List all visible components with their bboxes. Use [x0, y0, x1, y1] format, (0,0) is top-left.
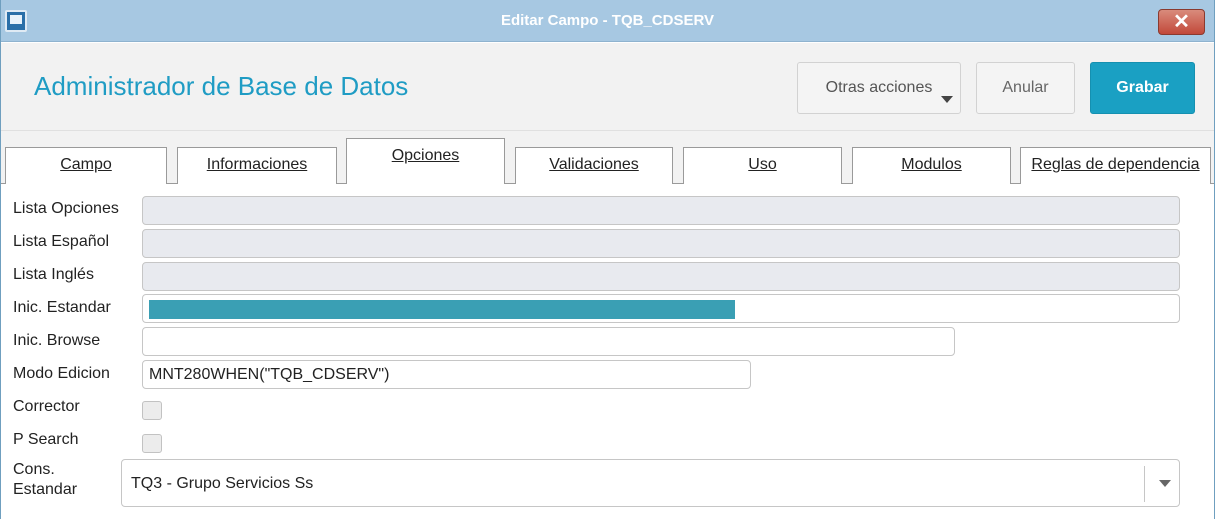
title-bar[interactable]: Editar Campo - TQB_CDSERV ✕ — [1, 0, 1214, 42]
p-search-label: P Search — [13, 431, 79, 448]
anular-button[interactable]: Anular — [976, 62, 1075, 114]
select-arrow-icon[interactable] — [1159, 480, 1171, 487]
inic-estandar-field[interactable] — [142, 294, 1180, 323]
lista-ingles-field[interactable] — [142, 262, 1180, 291]
tab-reglas-de-dependencia[interactable]: Reglas de dependencia — [1020, 147, 1211, 184]
opciones-panel: Lista Opciones Lista Español Lista Inglé… — [1, 184, 1214, 519]
close-icon: ✕ — [1173, 11, 1190, 33]
corrector-checkbox[interactable] — [142, 401, 162, 420]
tab-validaciones[interactable]: Validaciones — [515, 147, 673, 184]
lista-opciones-field[interactable] — [142, 196, 1180, 225]
inic-browse-label: Inic. Browse — [13, 332, 101, 349]
p-search-checkbox[interactable] — [142, 434, 162, 453]
otras-acciones-button[interactable]: Otras acciones — [797, 62, 961, 114]
modo-edicion-field[interactable]: MNT280WHEN("TQB_CDSERV") — [142, 360, 751, 389]
dropdown-caret-icon — [941, 96, 953, 103]
inic-browse-field[interactable] — [142, 327, 955, 356]
grabar-button[interactable]: Grabar — [1090, 62, 1195, 114]
cons-estandar-label: Cons. Estandar — [13, 461, 78, 494]
close-button[interactable]: ✕ — [1158, 9, 1205, 35]
edit-field-window: Editar Campo - TQB_CDSERV ✕ Administrado… — [0, 0, 1215, 519]
app-title: Administrador de Base de Datos — [34, 71, 409, 101]
select-divider — [1144, 466, 1145, 502]
tab-informaciones[interactable]: Informaciones — [177, 147, 337, 184]
tab-uso[interactable]: Uso — [683, 147, 842, 184]
lista-espanol-label: Lista Español — [13, 233, 110, 250]
header: Administrador de Base de Datos Otras acc… — [1, 43, 1214, 131]
inic-estandar-label: Inic. Estandar — [13, 299, 111, 316]
lista-ingles-label: Lista Inglés — [13, 266, 94, 283]
lista-opciones-label: Lista Opciones — [13, 200, 119, 217]
tab-opciones[interactable]: Opciones — [346, 138, 505, 185]
tab-campo[interactable]: Campo — [5, 147, 167, 184]
lista-espanol-field[interactable] — [142, 229, 1180, 258]
tab-bar: Campo Informaciones Opciones Validacione… — [1, 131, 1214, 185]
window-title: Editar Campo - TQB_CDSERV — [500, 12, 715, 29]
selected-text-highlight — [149, 300, 735, 319]
corrector-label: Corrector — [13, 398, 80, 415]
tab-modulos[interactable]: Modulos — [852, 147, 1011, 184]
otras-acciones-label: Otras acciones — [825, 79, 933, 96]
modo-edicion-label: Modo Edicion — [13, 365, 110, 382]
cons-estandar-select[interactable]: TQ3 - Grupo Servicios Ss — [121, 459, 1180, 507]
cons-estandar-value: TQ3 - Grupo Servicios Ss — [131, 475, 314, 492]
